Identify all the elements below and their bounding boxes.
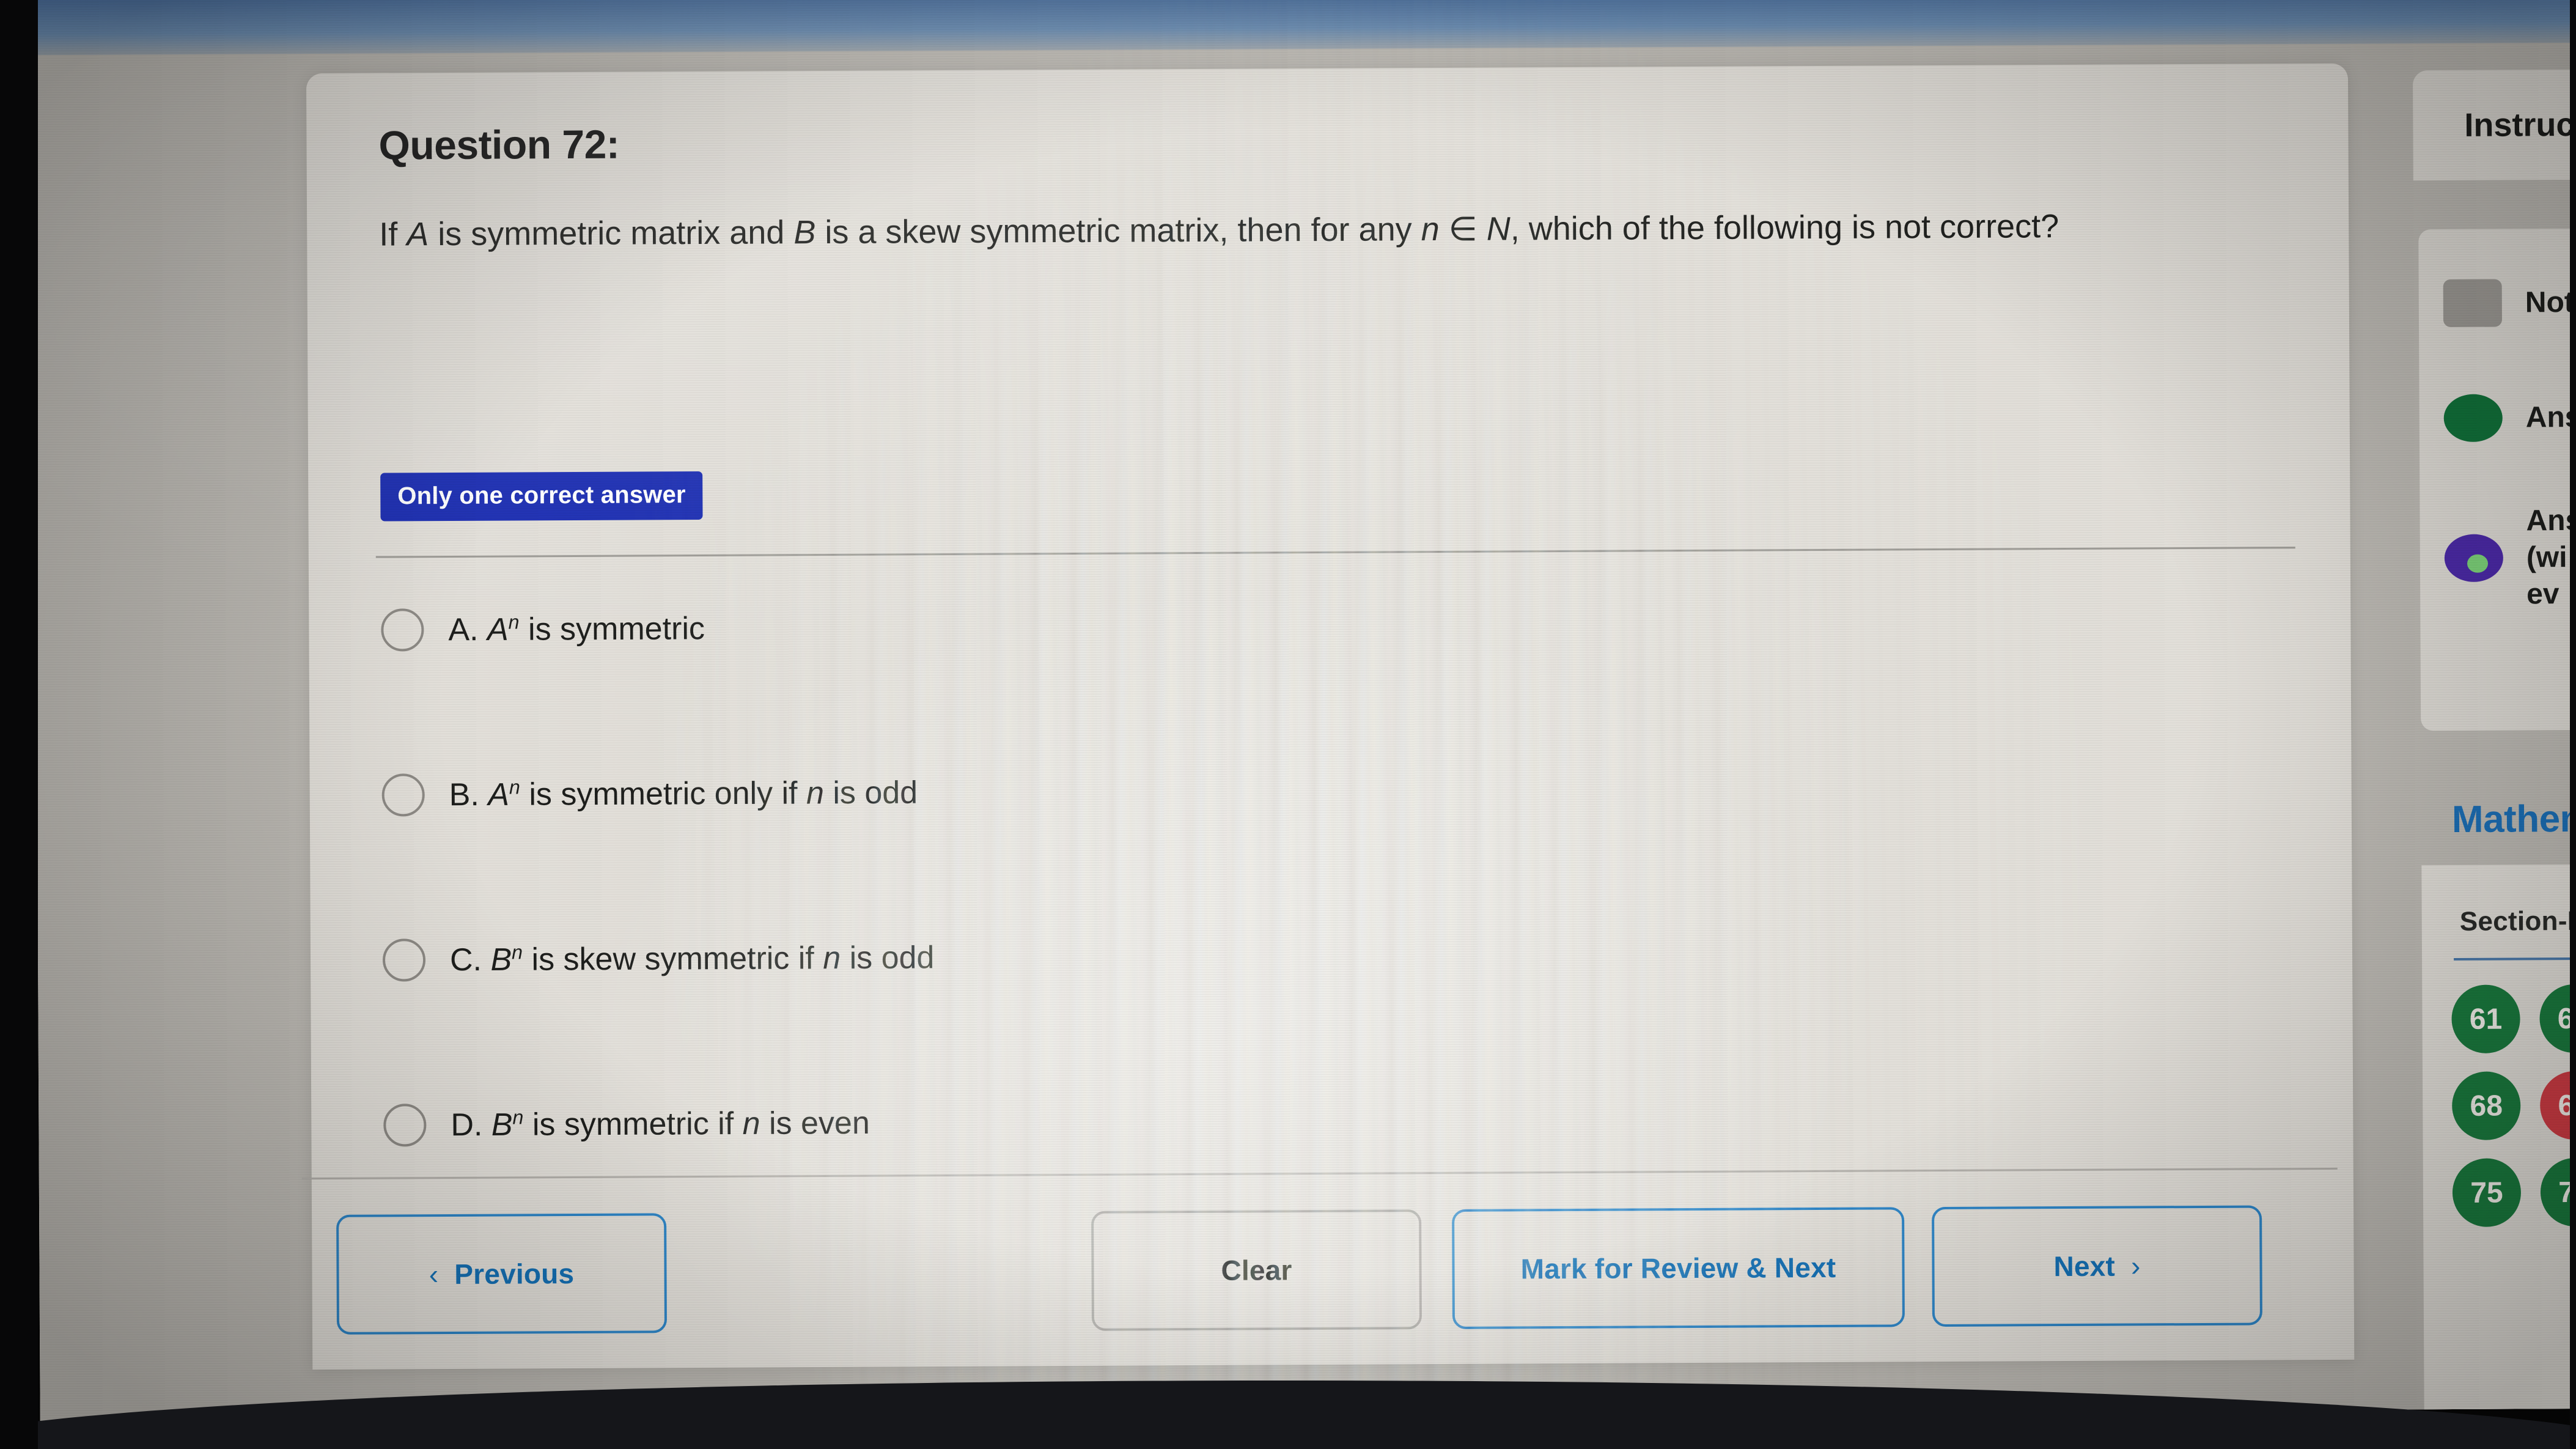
exam-app-screen: Question 72: If A is symmetric matrix an… — [33, 0, 2576, 1421]
legend-marked-line3: ev — [2526, 578, 2559, 611]
legend-marked-line2: (wi — [2526, 541, 2567, 574]
option-c-var: n — [823, 940, 841, 976]
question-divider — [375, 547, 2295, 558]
section-label: Section-I — [2459, 905, 2575, 937]
legend-purple-check-circle-icon — [2444, 534, 2504, 583]
question-number-75[interactable]: 75 — [2452, 1158, 2522, 1227]
next-button-label: Next — [2053, 1250, 2116, 1283]
question-text: If A is symmetric matrix and B is a skew… — [379, 202, 2298, 258]
option-d-base: B — [491, 1107, 513, 1143]
question-text-seg2: is symmetric matrix and — [429, 214, 794, 253]
option-d-var: n — [742, 1105, 760, 1141]
question-var-N: N — [1486, 210, 1511, 248]
option-c-tail: is odd — [841, 940, 935, 976]
mark-for-review-next-label: Mark for Review & Next — [1520, 1251, 1836, 1285]
legend-panel: Not Ans Ans (wi ev — [2418, 228, 2576, 731]
option-d-rest: is symmetric if — [523, 1105, 743, 1143]
subject-heading: Mathem — [2451, 797, 2576, 841]
option-b-tail: is odd — [823, 775, 918, 811]
radio-icon[interactable] — [383, 1104, 427, 1147]
clear-button[interactable]: Clear — [1091, 1209, 1422, 1331]
option-b-base: A — [488, 776, 510, 813]
legend-label-answered: Ans — [2525, 400, 2576, 434]
question-number-61[interactable]: 61 — [2451, 984, 2520, 1053]
question-palette-panel: Section-I 61 62 68 69 75 76 — [2421, 864, 2576, 1421]
status-badge: Only one correct answer — [380, 471, 703, 522]
photographed-screen: Question 72: If A is symmetric matrix an… — [0, 0, 2576, 1449]
option-b[interactable]: B. An is symmetric only if n is odd — [381, 754, 2276, 826]
question-elem-of: ∈ — [1439, 210, 1487, 248]
option-d-letter: D. — [451, 1107, 483, 1143]
option-a-exponent: n — [508, 611, 520, 633]
radio-icon[interactable] — [381, 608, 424, 652]
question-var-A: A — [407, 216, 429, 253]
radio-icon[interactable] — [382, 938, 426, 982]
legend-green-circle-icon — [2443, 394, 2503, 443]
clear-button-label: Clear — [1221, 1254, 1292, 1286]
chevron-right-icon: › — [2130, 1250, 2141, 1282]
legend-item-answered: Ans — [2443, 394, 2576, 443]
option-d[interactable]: D. Bn is symmetric if n is even — [383, 1085, 2278, 1156]
mark-for-review-next-button[interactable]: Mark for Review & Next — [1452, 1207, 1905, 1329]
option-c-exponent: n — [512, 941, 523, 964]
question-number-68[interactable]: 68 — [2451, 1071, 2521, 1140]
question-var-B: B — [793, 214, 816, 251]
legend-marked-line1: Ans — [2526, 504, 2576, 537]
tab-instructions-label: Instructi — [2464, 106, 2576, 144]
legend-item-answered-marked: Ans (wi ev — [2444, 503, 2576, 613]
option-c-rest: is skew symmetric if — [522, 940, 823, 978]
option-d-label: D. Bn is symmetric if n is even — [451, 1104, 870, 1143]
previous-button[interactable]: ‹ Previous — [336, 1213, 668, 1335]
question-text-seg4: , which of the following is not correct? — [1510, 208, 2059, 248]
radio-icon[interactable] — [381, 773, 425, 817]
option-c-letter: C. — [449, 942, 482, 978]
legend-square-icon — [2443, 279, 2503, 328]
option-d-tail: is even — [760, 1105, 870, 1141]
question-text-seg1: If — [379, 216, 407, 253]
question-number-grid: 61 62 68 69 75 76 — [2451, 984, 2576, 1227]
option-d-exponent: n — [512, 1106, 524, 1129]
device-bezel-right — [2570, 0, 2576, 1449]
legend-label-not-visited: Not — [2525, 286, 2574, 319]
question-var-n: n — [1421, 211, 1440, 248]
legend-label-answered-marked: Ans (wi ev — [2526, 503, 2576, 613]
section-underline — [2454, 957, 2576, 960]
option-a-label: A. An is symmetric — [448, 610, 705, 648]
page-title: Question 72: — [378, 121, 620, 168]
next-button[interactable]: Next › — [1932, 1205, 2262, 1327]
tab-instructions[interactable]: Instructi — [2412, 69, 2576, 181]
option-a-base: A — [487, 611, 509, 647]
option-b-letter: B. — [449, 776, 480, 813]
option-a[interactable]: A. An is symmetric — [381, 589, 2276, 661]
footer-button-row: ‹ Previous Clear Mark for Review & Next … — [336, 1205, 2269, 1335]
chevron-left-icon: ‹ — [429, 1258, 439, 1291]
option-c-base: B — [490, 942, 512, 978]
question-text-seg3: is a skew symmetric matrix, then for any — [815, 211, 1421, 251]
option-b-var: n — [806, 775, 825, 811]
previous-button-label: Previous — [454, 1257, 575, 1290]
device-bezel-left — [0, 0, 38, 1449]
option-a-letter: A. — [448, 611, 479, 648]
option-b-rest: is symmetric only if — [520, 775, 807, 813]
legend-item-not-visited: Not — [2443, 279, 2574, 328]
option-b-exponent: n — [509, 776, 520, 798]
options-list: A. An is symmetric B. An is symmetric on… — [381, 589, 2279, 1259]
option-b-label: B. An is symmetric only if n is odd — [449, 774, 918, 813]
option-c[interactable]: C. Bn is skew symmetric if n is odd — [382, 920, 2278, 991]
option-a-rest: is symmetric — [519, 611, 705, 647]
option-c-label: C. Bn is skew symmetric if n is odd — [450, 939, 935, 978]
